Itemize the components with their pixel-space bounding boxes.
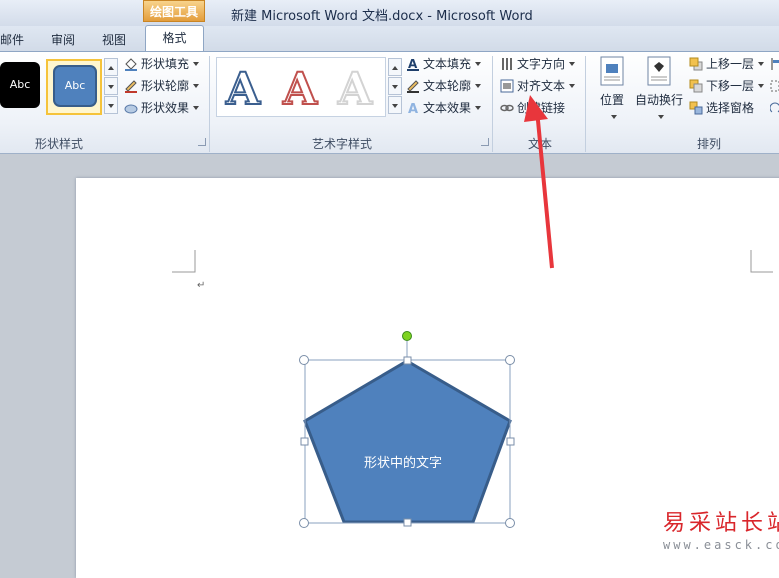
watermark-logo-text: 易采站长站 [663, 511, 779, 536]
resize-handle-right[interactable] [506, 437, 515, 446]
margin-corner-top-left [172, 250, 196, 273]
resize-handle-top-left[interactable] [299, 355, 309, 365]
resize-handle-bottom-right[interactable] [505, 518, 515, 528]
paragraph-mark: ↵ [197, 280, 206, 291]
margin-corner-top-right [750, 250, 773, 273]
annotation-arrow-head [524, 95, 548, 122]
resize-handle-top[interactable] [403, 356, 412, 365]
annotation-arrow-shaft [535, 109, 554, 269]
resize-handle-bottom-left[interactable] [299, 518, 309, 528]
shape-text[interactable]: 形状中的文字 [364, 452, 442, 471]
resize-handle-top-right[interactable] [505, 355, 515, 365]
document-overlay [172, 95, 773, 528]
rotation-handle[interactable] [402, 331, 412, 341]
resize-handle-bottom[interactable] [403, 518, 412, 527]
watermark-url: www.easck.com [663, 538, 779, 552]
resize-handle-left[interactable] [300, 437, 309, 446]
pentagon-shape[interactable] [303, 359, 512, 524]
